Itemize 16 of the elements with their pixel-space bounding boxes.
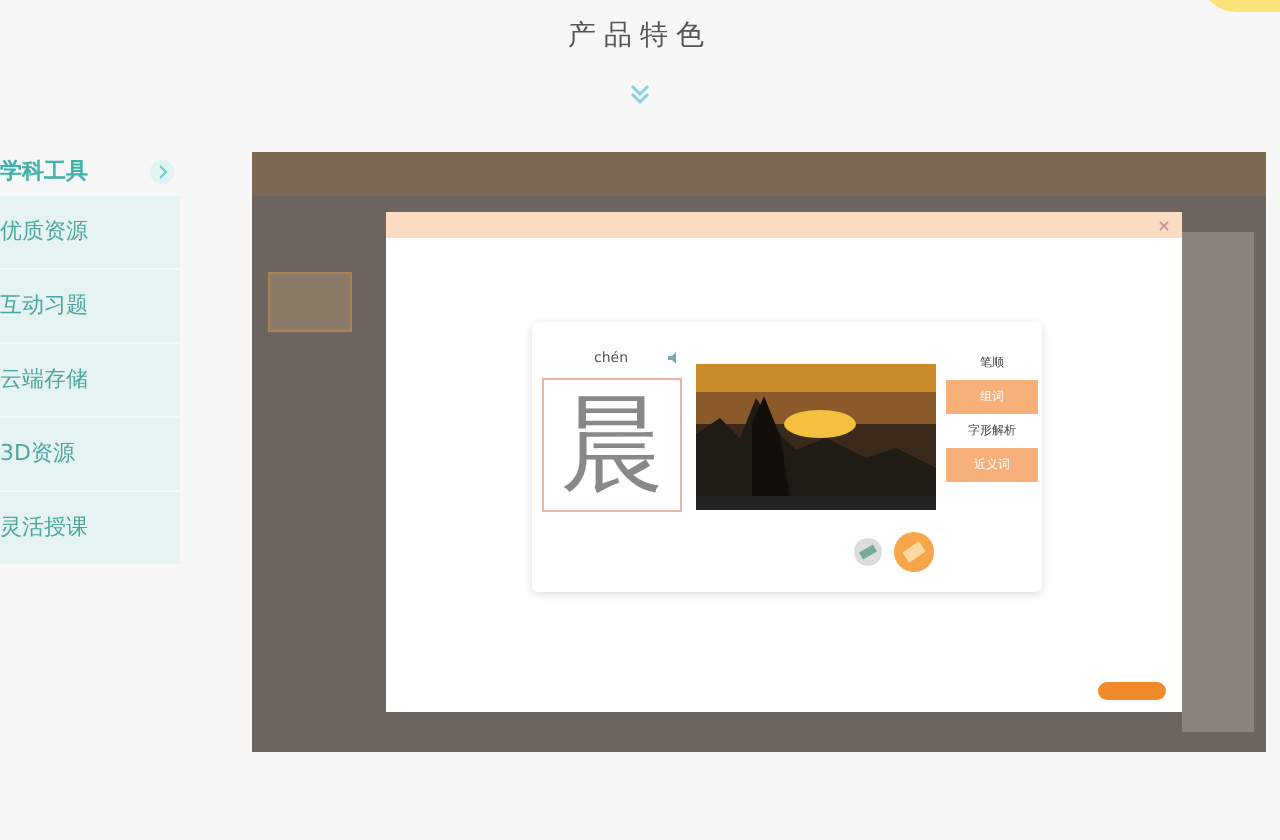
chevron-down-icon xyxy=(628,82,652,106)
eraser-icon[interactable] xyxy=(854,538,882,566)
sidebar-item[interactable]: 云端存储 xyxy=(0,344,180,418)
pencil-icon[interactable] xyxy=(894,532,934,572)
chevron-right-icon xyxy=(148,158,176,186)
sidebar-item[interactable]: 3D资源 xyxy=(0,418,180,492)
character-text: 晨 xyxy=(560,393,664,497)
sidebar-item[interactable]: 灵活授课 xyxy=(0,492,180,566)
slide-thumbnail xyxy=(268,272,352,332)
speaker-icon[interactable] xyxy=(668,352,682,364)
sidebar-item[interactable]: 互动习题 xyxy=(0,270,180,344)
confirm-button[interactable] xyxy=(1098,682,1166,700)
sidebar-item[interactable]: 学科工具 xyxy=(0,155,88,189)
close-icon[interactable] xyxy=(1158,219,1170,231)
section-title: 产品特色 xyxy=(568,18,712,56)
sidebar-item[interactable]: 优质资源 xyxy=(0,196,180,270)
